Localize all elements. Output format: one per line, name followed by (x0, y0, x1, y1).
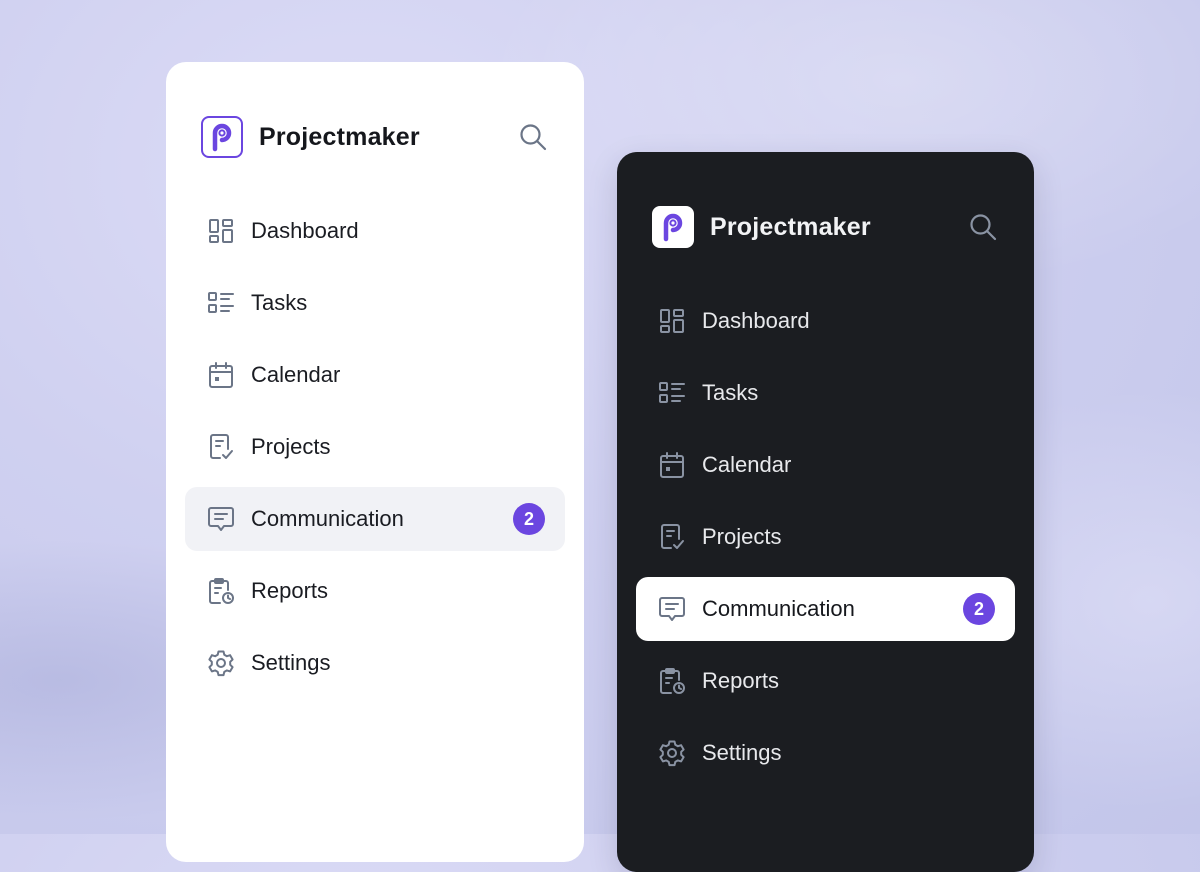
search-button[interactable] (967, 211, 999, 243)
logo-mark-icon (663, 213, 683, 242)
logo-mark-icon (212, 123, 232, 152)
sidebar-item-label: Tasks (702, 380, 759, 405)
sidebar-item-label: Settings (702, 740, 782, 765)
sidebar-item-projects[interactable]: Projects (636, 505, 1015, 569)
sidebar-item-calendar[interactable]: Calendar (636, 433, 1015, 497)
sidebar-light: Projectmaker Dashboard Tasks Calendar Pr… (166, 62, 584, 862)
app-logo[interactable] (652, 206, 694, 248)
sidebar-item-label: Calendar (702, 452, 792, 477)
projects-icon (207, 433, 235, 461)
gear-icon (658, 739, 686, 767)
sidebar-item-settings[interactable]: Settings (185, 631, 565, 695)
notification-badge: 2 (513, 503, 545, 535)
sidebar-item-label: Communication (702, 596, 855, 621)
sidebar-item-dashboard[interactable]: Dashboard (636, 289, 1015, 353)
sidebar-item-settings[interactable]: Settings (636, 721, 1015, 785)
tasks-icon (207, 289, 235, 317)
sidebar-item-label: Reports (702, 668, 780, 693)
app-name: Projectmaker (259, 122, 420, 151)
gear-icon (207, 649, 235, 677)
projects-icon (658, 523, 686, 551)
sidebar-item-label: Dashboard (702, 308, 810, 333)
sidebar-item-label: Tasks (251, 290, 308, 315)
chat-icon (658, 595, 686, 623)
search-button[interactable] (517, 121, 549, 153)
sidebar-item-label: Settings (251, 650, 331, 675)
sidebar-item-projects[interactable]: Projects (185, 415, 565, 479)
sidebar-dark: Projectmaker Dashboard Tasks Calendar Pr… (617, 152, 1034, 872)
calendar-icon (658, 451, 686, 479)
sidebar-item-communication[interactable]: Communication 2 (185, 487, 565, 551)
search-icon (520, 124, 547, 151)
sidebar-nav: Dashboard Tasks Calendar Projects Commun… (185, 199, 565, 703)
sidebar-item-label: Dashboard (251, 218, 359, 243)
sidebar-item-label: Projects (251, 434, 331, 459)
dashboard-icon (207, 217, 235, 245)
sidebar-header: Projectmaker (201, 115, 549, 159)
chat-icon (207, 505, 235, 533)
dashboard-icon (658, 307, 686, 335)
sidebar-item-reports[interactable]: Reports (185, 559, 565, 623)
app-logo[interactable] (201, 116, 243, 158)
sidebar-item-reports[interactable]: Reports (636, 649, 1015, 713)
reports-icon (207, 577, 235, 605)
app-name: Projectmaker (710, 212, 871, 241)
sidebar-item-label: Projects (702, 524, 782, 549)
reports-icon (658, 667, 686, 695)
sidebar-item-label: Reports (251, 578, 329, 603)
sidebar-item-communication[interactable]: Communication 2 (636, 577, 1015, 641)
search-icon (970, 214, 997, 241)
sidebar-item-calendar[interactable]: Calendar (185, 343, 565, 407)
notification-badge: 2 (963, 593, 995, 625)
sidebar-nav: Dashboard Tasks Calendar Projects Commun… (636, 289, 1015, 793)
sidebar-item-label: Communication (251, 506, 404, 531)
sidebar-item-tasks[interactable]: Tasks (636, 361, 1015, 425)
sidebar-item-label: Calendar (251, 362, 341, 387)
calendar-icon (207, 361, 235, 389)
sidebar-item-dashboard[interactable]: Dashboard (185, 199, 565, 263)
sidebar-header: Projectmaker (652, 205, 999, 249)
sidebar-item-tasks[interactable]: Tasks (185, 271, 565, 335)
tasks-icon (658, 379, 686, 407)
